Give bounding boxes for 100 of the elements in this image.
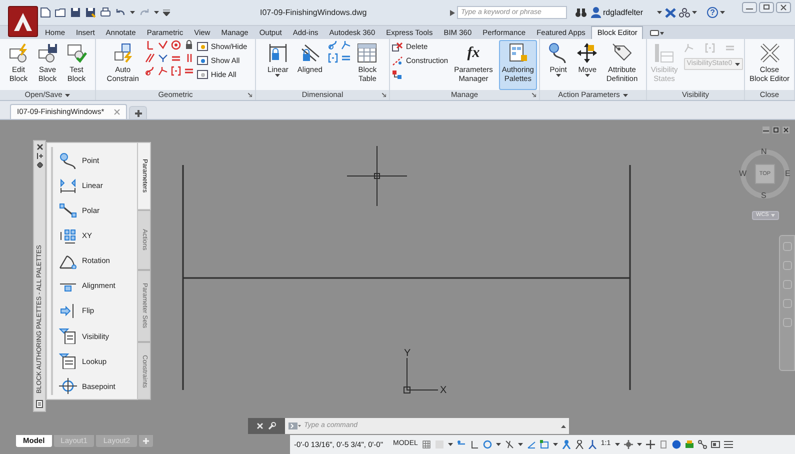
cross-icon[interactable] [665, 8, 676, 18]
target-icon[interactable] [170, 40, 181, 50]
caret-icon[interactable] [65, 94, 70, 96]
caret-icon [735, 62, 740, 66]
figure-icon[interactable] [574, 440, 584, 449]
caret-icon[interactable] [636, 443, 642, 446]
caret-icon[interactable] [720, 11, 726, 14]
panel-toggle-icon[interactable] [650, 29, 664, 37]
pin-icon [548, 43, 568, 63]
eye-box-icon [196, 56, 208, 66]
gear-icon[interactable] [624, 440, 633, 449]
play-icon[interactable] [450, 10, 455, 16]
help-button[interactable]: ? [707, 7, 718, 18]
compass-letter[interactable]: E [785, 170, 790, 178]
angle-icon[interactable] [158, 40, 168, 50]
new-tab-button[interactable] [129, 106, 148, 119]
eye-box-icon [196, 70, 208, 80]
user-name[interactable]: rdgladfelter [603, 6, 644, 18]
linear-parameter-icon [59, 178, 77, 194]
caret-icon[interactable] [614, 443, 620, 446]
binoculars-icon[interactable] [575, 8, 587, 18]
angle-icon[interactable] [470, 440, 479, 449]
figure-icon[interactable] [588, 440, 597, 449]
logo-icon [14, 12, 32, 30]
parallel-lines-icon[interactable] [144, 53, 155, 63]
lock-icon[interactable] [184, 40, 194, 50]
caret-icon[interactable] [692, 11, 698, 14]
user-icon[interactable] [591, 7, 601, 18]
curve-icon[interactable] [144, 66, 155, 76]
move-arrows-icon [577, 43, 598, 63]
caret-icon[interactable] [130, 11, 135, 14]
floppy-block-icon [38, 43, 58, 63]
launcher-arrow-icon[interactable] [532, 93, 536, 97]
tag-icon [612, 43, 632, 63]
slope-line-icon[interactable] [526, 440, 536, 449]
caret-icon[interactable] [154, 11, 159, 14]
caret-icon[interactable] [163, 9, 170, 16]
caret-icon[interactable] [552, 443, 558, 446]
curve-icon[interactable] [328, 40, 338, 50]
launcher-arrow-icon[interactable] [248, 93, 252, 97]
equal-icon[interactable] [341, 53, 352, 63]
new-layout-button[interactable] [139, 435, 154, 447]
close-icon[interactable] [36, 144, 42, 150]
window-icon[interactable] [710, 440, 720, 449]
compass-letter[interactable]: S [761, 192, 766, 200]
printer-icon[interactable] [100, 7, 111, 18]
polar-parameter-icon [59, 202, 77, 219]
folder-icon[interactable] [55, 7, 66, 18]
minimize-icon[interactable] [762, 126, 770, 134]
page-icon[interactable] [40, 7, 51, 18]
palette-icon[interactable] [36, 400, 43, 408]
block-lightning-icon [8, 43, 28, 63]
cross-lines-icon[interactable] [504, 440, 514, 449]
table-icon [357, 43, 378, 63]
squares-icon[interactable] [392, 70, 403, 80]
caret-icon[interactable] [622, 94, 628, 96]
caret-icon[interactable] [657, 11, 662, 14]
circle-icon[interactable] [672, 440, 681, 449]
auto-hide-icon[interactable] [36, 153, 42, 159]
undo-icon[interactable] [115, 7, 126, 18]
plus-icon[interactable] [646, 440, 655, 449]
wrench-icon[interactable] [268, 422, 276, 430]
vertical-line-icon[interactable] [144, 40, 155, 50]
brackets-icon[interactable] [328, 53, 338, 63]
launcher-arrow-icon[interactable] [382, 93, 386, 97]
maximize-icon[interactable] [772, 126, 780, 134]
construction-icon [392, 56, 403, 66]
brackets-icon[interactable] [170, 66, 181, 76]
caret-icon[interactable] [518, 443, 523, 446]
minimize-icon[interactable] [742, 2, 757, 13]
grid-icon[interactable] [422, 440, 431, 449]
figure-icon[interactable] [562, 440, 571, 449]
arc-icon[interactable] [158, 66, 168, 76]
caret-icon[interactable] [561, 424, 566, 428]
people-icon[interactable] [679, 8, 690, 18]
close-icon[interactable] [776, 2, 791, 13]
caret-icon[interactable] [448, 443, 453, 446]
menu-icon[interactable] [724, 440, 733, 449]
arc-icon[interactable] [341, 40, 352, 50]
tangent-icon[interactable] [158, 53, 168, 63]
maximize-icon[interactable] [759, 2, 774, 13]
floppy-icon[interactable] [70, 7, 81, 18]
point-parameter-icon [59, 152, 77, 169]
printer-icon[interactable] [684, 440, 694, 449]
caret-icon[interactable] [496, 443, 501, 446]
visibility-parameter-icon [59, 328, 77, 344]
close-icon[interactable] [782, 126, 790, 134]
caret-icon [770, 214, 775, 217]
prompt-icon[interactable] [288, 422, 301, 430]
app-menu-button[interactable] [8, 6, 38, 37]
floppy-icon[interactable] [85, 7, 96, 18]
equal-icon[interactable] [184, 66, 194, 76]
crosshair-cursor [346, 146, 408, 206]
window-title: I07-09-FinishingWindows.dwg [260, 6, 368, 18]
squares-lightning-icon [112, 43, 133, 63]
compass-letter[interactable]: W [739, 170, 747, 178]
settings-icon[interactable] [36, 162, 42, 168]
compass-letter[interactable]: N [761, 148, 767, 156]
rotation-parameter-icon [59, 252, 77, 269]
nodes-icon[interactable] [698, 440, 707, 449]
